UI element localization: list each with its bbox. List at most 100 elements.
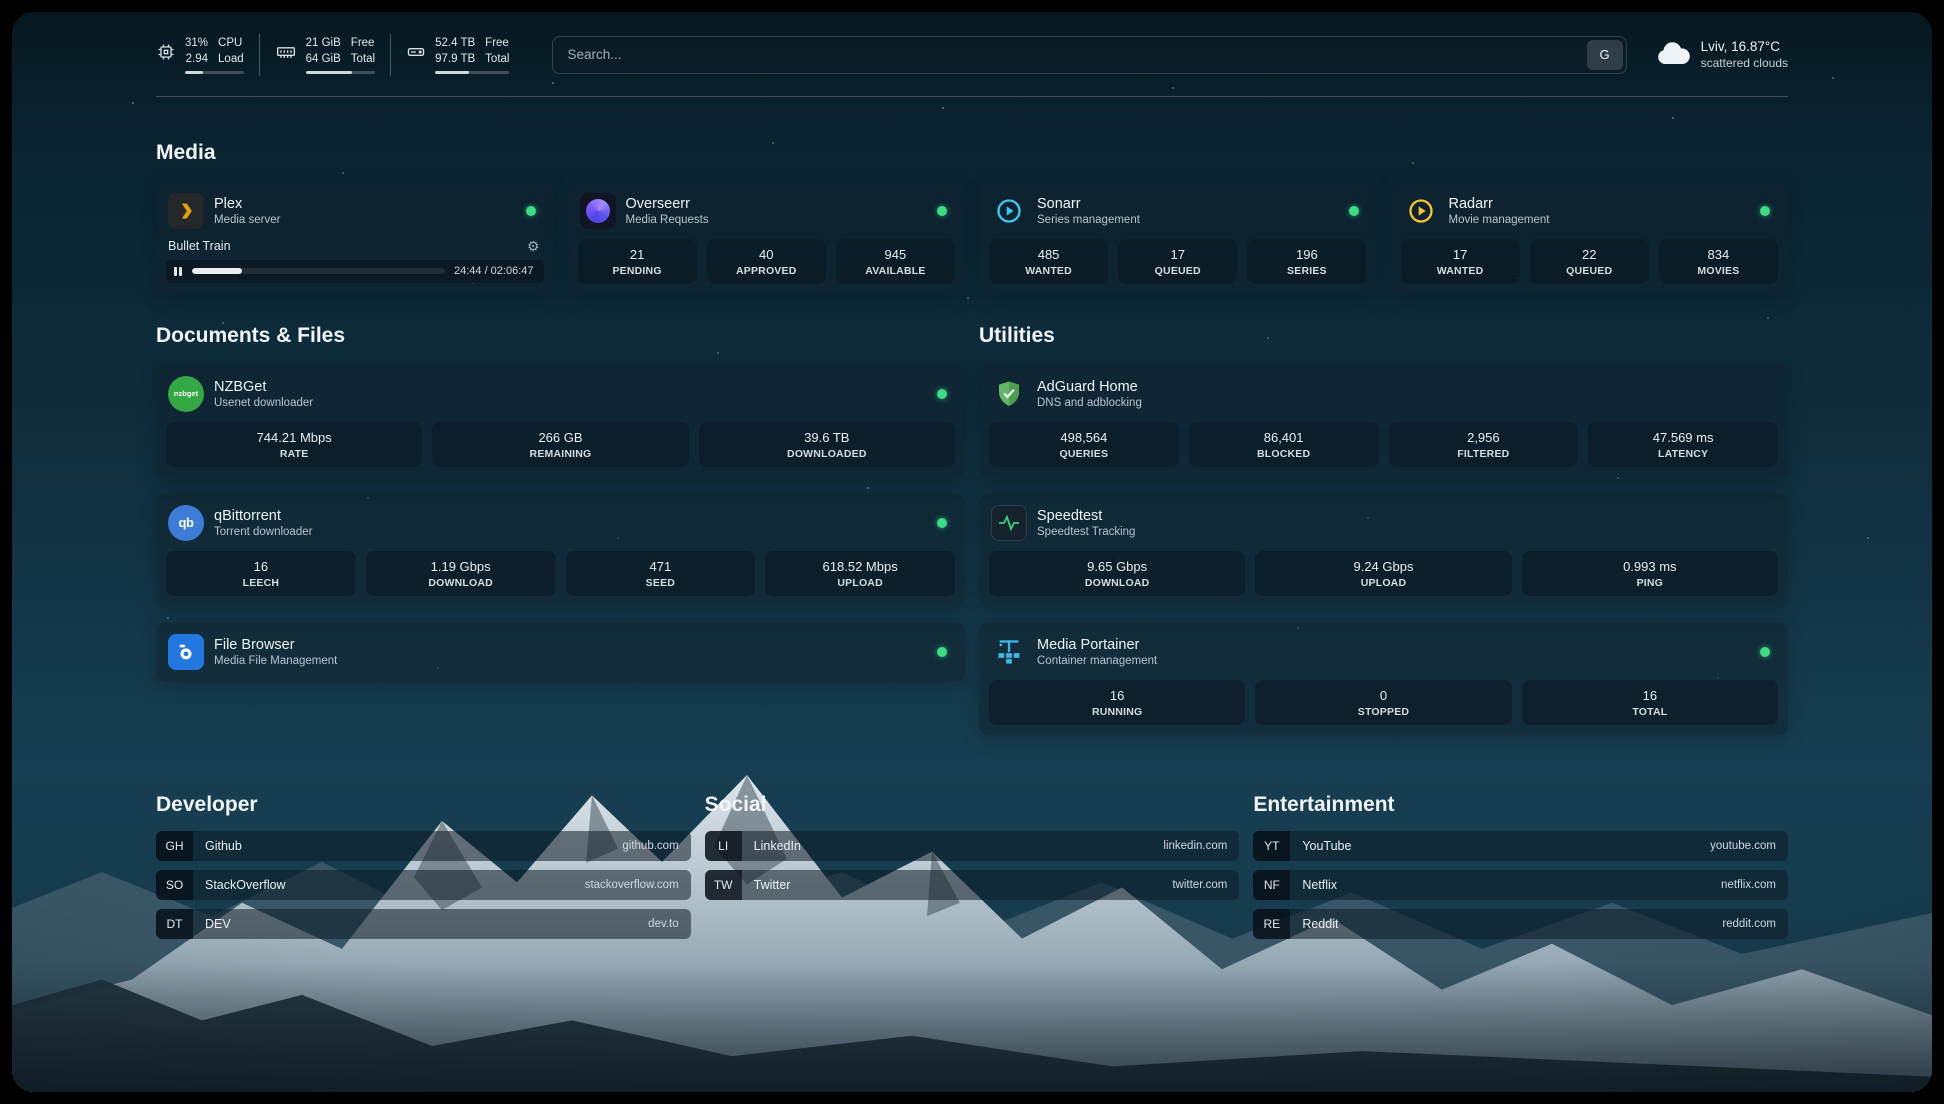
service-name: Speedtest	[1037, 508, 1135, 524]
service-card-qbittorrent[interactable]: qb qBittorrent Torrent downloader 16	[156, 493, 965, 606]
stat-value: 86,401	[1193, 430, 1375, 445]
stat-value: 40	[711, 247, 822, 262]
stat-block: 39.6 TB DOWNLOADED	[699, 422, 955, 467]
bookmark-abbr: GH	[156, 831, 193, 861]
section-title-entertainment: Entertainment	[1253, 793, 1788, 817]
stat-value: 0	[1259, 688, 1507, 703]
stat-value: 39.6 TB	[703, 430, 951, 445]
service-card-adguard[interactable]: AdGuard Home DNS and adblocking 498,564 …	[979, 364, 1788, 477]
service-description: Torrent downloader	[214, 526, 312, 538]
memory-total-label: Total	[351, 52, 375, 67]
stat-label: TOTAL	[1526, 706, 1774, 718]
bookmark-group-social: Social LI LinkedIn linkedin.com TW Twitt…	[705, 793, 1240, 939]
stat-label: WANTED	[1405, 265, 1516, 277]
bookmark-github[interactable]: GH Github github.com	[156, 831, 691, 861]
stat-value: 17	[1122, 247, 1233, 262]
search-provider-button[interactable]: G	[1587, 40, 1623, 70]
service-description: Media File Management	[214, 655, 337, 667]
memory-total-value: 64 GiB	[306, 52, 341, 67]
bookmark-abbr: LI	[705, 831, 742, 861]
bookmark-abbr: RE	[1253, 909, 1290, 939]
bookmark-group-developer: Developer GH Github github.com SO StackO…	[156, 793, 691, 939]
stat-label: SEED	[570, 577, 752, 589]
resource-widgets: 31% CPU 2.94 Load	[156, 34, 524, 76]
stat-label: MOVIES	[1663, 265, 1774, 277]
stat-block: 2,956 FILTERED	[1389, 422, 1579, 467]
now-playing-title: Bullet Train	[168, 239, 231, 253]
stat-block: 834 MOVIES	[1659, 239, 1778, 284]
stat-block: 9.24 Gbps UPLOAD	[1255, 551, 1511, 596]
settings-gear-icon[interactable]: ⚙	[527, 239, 540, 253]
service-description: Container management	[1037, 655, 1157, 667]
utilities-column: Utilities AdGuard Home DNS and adblockin…	[979, 324, 1788, 735]
service-name: Plex	[214, 196, 280, 212]
bookmark-twitter[interactable]: TW Twitter twitter.com	[705, 870, 1240, 900]
radarr-icon	[1403, 193, 1439, 229]
pause-button[interactable]	[173, 265, 183, 278]
disk-total-value: 97.9 TB	[435, 52, 475, 67]
stat-block: 0.993 ms PING	[1522, 551, 1778, 596]
playback-progress[interactable]	[192, 268, 445, 274]
bookmark-stackoverflow[interactable]: SO StackOverflow stackoverflow.com	[156, 870, 691, 900]
middle-section: Documents & Files nzbget NZBGet Usenet d…	[156, 324, 1788, 735]
service-card-nzbget[interactable]: nzbget NZBGet Usenet downloader 744.21 M…	[156, 364, 965, 477]
disk-widget: 52.4 TB Free 97.9 TB Total	[391, 34, 524, 76]
cpu-usage-value: 31%	[185, 36, 208, 51]
stat-block: 744.21 Mbps RATE	[166, 422, 422, 467]
stat-label: DOWNLOAD	[370, 577, 552, 589]
stat-label: FILTERED	[1393, 448, 1575, 460]
bookmark-dev[interactable]: DT DEV dev.to	[156, 909, 691, 939]
service-description: Media server	[214, 214, 280, 226]
topbar-divider	[156, 96, 1788, 97]
plex-icon	[168, 193, 204, 229]
stat-label: QUERIES	[993, 448, 1175, 460]
stat-value: 498,564	[993, 430, 1175, 445]
stat-block: 9.65 Gbps DOWNLOAD	[989, 551, 1245, 596]
stat-block: 1.19 Gbps DOWNLOAD	[366, 551, 556, 596]
bookmark-reddit[interactable]: RE Reddit reddit.com	[1253, 909, 1788, 939]
service-card-plex[interactable]: Plex Media server Bullet Train ⚙ 24:44 /…	[156, 181, 554, 294]
bookmark-youtube[interactable]: YT YouTube youtube.com	[1253, 831, 1788, 861]
stat-value: 16	[993, 688, 1241, 703]
stat-value: 21	[582, 247, 693, 262]
memory-free-label: Free	[351, 36, 375, 51]
bookmark-netflix[interactable]: NF Netflix netflix.com	[1253, 870, 1788, 900]
search-input[interactable]	[552, 36, 1626, 74]
service-card-overseerr[interactable]: Overseerr Media Requests 21 PENDING 40 A…	[568, 181, 966, 294]
stat-label: REMAINING	[436, 448, 684, 460]
bookmark-url: youtube.com	[1710, 840, 1776, 852]
memory-widget: 21 GiB Free 64 GiB Total	[260, 34, 391, 76]
media-grid: Plex Media server Bullet Train ⚙ 24:44 /…	[156, 181, 1788, 294]
bookmark-url: netflix.com	[1721, 879, 1776, 891]
service-card-speedtest[interactable]: Speedtest Speedtest Tracking 9.65 Gbps D…	[979, 493, 1788, 606]
service-name: Sonarr	[1037, 196, 1140, 212]
stat-block: 498,564 QUERIES	[989, 422, 1179, 467]
bookmark-url: github.com	[622, 840, 678, 852]
stat-block: 17 WANTED	[1401, 239, 1520, 284]
section-title-documents: Documents & Files	[156, 324, 965, 348]
adguard-icon	[991, 376, 1027, 412]
portainer-icon	[991, 634, 1027, 670]
service-card-filebrowser[interactable]: File Browser Media File Management	[156, 622, 965, 682]
section-title-media: Media	[156, 141, 1788, 165]
service-card-radarr[interactable]: Radarr Movie management 17 WANTED 22 QUE…	[1391, 181, 1789, 294]
memory-free-value: 21 GiB	[306, 36, 341, 51]
cpu-icon	[156, 42, 176, 67]
stat-value: 471	[570, 559, 752, 574]
nzbget-icon: nzbget	[168, 376, 204, 412]
stat-block: 40 APPROVED	[707, 239, 826, 284]
service-card-sonarr[interactable]: Sonarr Series management 485 WANTED 17 Q…	[979, 181, 1377, 294]
stat-label: RATE	[170, 448, 418, 460]
bookmark-url: linkedin.com	[1163, 840, 1227, 852]
bookmark-abbr: YT	[1253, 831, 1290, 861]
stat-block: 47.569 ms LATENCY	[1588, 422, 1778, 467]
bookmark-linkedin[interactable]: LI LinkedIn linkedin.com	[705, 831, 1240, 861]
service-card-portainer[interactable]: Media Portainer Container management 16 …	[979, 622, 1788, 735]
bookmark-name: Github	[205, 839, 242, 853]
stat-value: 9.65 Gbps	[993, 559, 1241, 574]
bookmark-abbr: TW	[705, 870, 742, 900]
top-bar: 31% CPU 2.94 Load	[156, 34, 1788, 76]
service-description: Media Requests	[626, 214, 709, 226]
overseerr-icon	[580, 193, 616, 229]
stat-label: QUEUED	[1534, 265, 1645, 277]
